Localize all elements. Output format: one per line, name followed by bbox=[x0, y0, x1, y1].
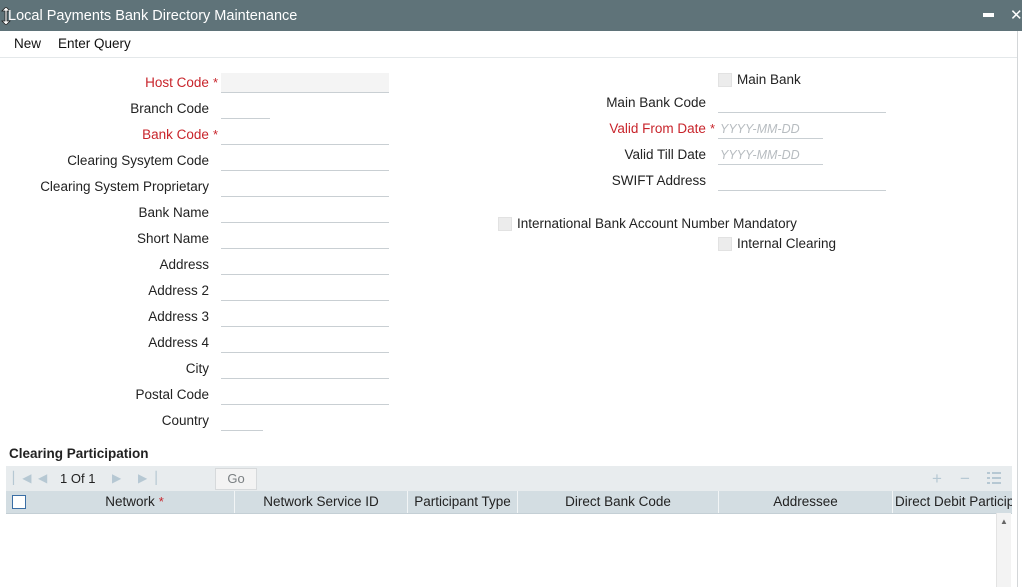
address3-label: Address 3 bbox=[148, 309, 209, 324]
new-menu-item[interactable]: New bbox=[14, 31, 41, 57]
internal-clearing-checkbox[interactable] bbox=[718, 237, 732, 251]
last-page-icon[interactable]: ▶▕ bbox=[138, 466, 156, 491]
city-input[interactable] bbox=[221, 359, 389, 379]
host-code-input[interactable] bbox=[221, 73, 389, 93]
valid-from-date-input[interactable] bbox=[718, 119, 823, 139]
address4-input[interactable] bbox=[221, 333, 389, 353]
grid-toolbar bbox=[6, 466, 1012, 491]
bank-name-input[interactable] bbox=[221, 203, 389, 223]
branch-code-label: Branch Code bbox=[130, 101, 209, 116]
required-marker: * bbox=[212, 75, 218, 90]
column-direct-debit-participant[interactable]: Direct Debit Participant bbox=[893, 491, 1012, 513]
column-participant-type[interactable]: Participant Type bbox=[408, 491, 518, 513]
country-label: Country bbox=[161, 413, 209, 428]
country-input[interactable] bbox=[221, 411, 263, 431]
main-bank-checkbox[interactable] bbox=[718, 73, 732, 87]
single-view-icon[interactable] bbox=[987, 471, 1001, 485]
swift-address-input[interactable] bbox=[718, 171, 886, 191]
bank-code-label: Bank Code * bbox=[142, 127, 218, 142]
branch-code-input[interactable] bbox=[221, 99, 270, 119]
address3-input[interactable] bbox=[221, 307, 389, 327]
postal-code-input[interactable] bbox=[221, 385, 389, 405]
required-marker: * bbox=[709, 121, 715, 136]
clearing-system-code-label: Clearing Sysytem Code bbox=[67, 153, 209, 168]
delete-row-icon[interactable]: − bbox=[960, 466, 970, 491]
next-page-icon[interactable]: ▶ bbox=[112, 466, 121, 491]
total-pages: 1 bbox=[88, 471, 96, 486]
window-title: Local Payments Bank Directory Maintenanc… bbox=[8, 8, 298, 24]
clearing-system-code-input[interactable] bbox=[221, 151, 389, 171]
required-marker: * bbox=[158, 494, 164, 509]
enter-query-menu-item[interactable]: Enter Query bbox=[58, 31, 131, 57]
go-button[interactable]: Go bbox=[215, 468, 257, 490]
swift-address-label: SWIFT Address bbox=[611, 173, 706, 188]
main-bank-label: Main Bank bbox=[737, 72, 801, 87]
prev-page-icon[interactable]: ◀ bbox=[38, 466, 47, 491]
address2-input[interactable] bbox=[221, 281, 389, 301]
close-button[interactable]: ✕ bbox=[1010, 0, 1022, 31]
bank-name-label: Bank Name bbox=[138, 205, 209, 220]
valid-till-date-label: Valid Till Date bbox=[624, 147, 706, 162]
of-label: Of bbox=[70, 471, 85, 486]
address-label: Address bbox=[159, 257, 209, 272]
scroll-up-icon[interactable]: ▲ bbox=[1000, 517, 1008, 526]
valid-till-date-input[interactable] bbox=[718, 145, 823, 165]
short-name-input[interactable] bbox=[221, 229, 389, 249]
required-marker: * bbox=[212, 127, 218, 142]
host-code-label: Host Code * bbox=[145, 75, 218, 90]
page-indicator: 1 Of 1 bbox=[60, 466, 95, 491]
current-page: 1 bbox=[60, 471, 68, 486]
address-input[interactable] bbox=[221, 255, 389, 275]
minimize-button[interactable] bbox=[983, 13, 994, 17]
short-name-label: Short Name bbox=[136, 231, 209, 246]
column-network[interactable]: Network * bbox=[35, 491, 235, 513]
first-page-icon[interactable]: ▏◀ bbox=[13, 466, 31, 491]
clearing-participation-grid-header: Network * Network Service ID Participant … bbox=[6, 491, 1012, 514]
iban-mandatory-label: International Bank Account Number Mandat… bbox=[517, 216, 797, 231]
iban-mandatory-checkbox[interactable] bbox=[498, 217, 512, 231]
clearing-system-proprietary-input[interactable] bbox=[221, 177, 389, 197]
clearing-system-proprietary-label: Clearing System Proprietary bbox=[40, 179, 209, 194]
main-bank-code-label: Main Bank Code bbox=[606, 95, 706, 110]
column-direct-bank-code[interactable]: Direct Bank Code bbox=[518, 491, 719, 513]
menu-bar bbox=[0, 31, 1022, 58]
postal-code-label: Postal Code bbox=[135, 387, 209, 402]
main-bank-code-input[interactable] bbox=[718, 93, 886, 113]
address4-label: Address 4 bbox=[148, 335, 209, 350]
column-network-service-id[interactable]: Network Service ID bbox=[235, 491, 408, 513]
address2-label: Address 2 bbox=[148, 283, 209, 298]
window-right-edge bbox=[1017, 31, 1022, 587]
internal-clearing-label: Internal Clearing bbox=[737, 236, 837, 251]
select-all-checkbox[interactable] bbox=[12, 495, 26, 509]
city-label: City bbox=[185, 361, 209, 376]
valid-from-date-label: Valid From Date * bbox=[609, 121, 715, 136]
grid-vertical-scrollbar[interactable]: ▲ bbox=[996, 513, 1011, 587]
clearing-participation-title: Clearing Participation bbox=[9, 446, 149, 461]
column-addressee[interactable]: Addressee bbox=[719, 491, 893, 513]
bank-code-input[interactable] bbox=[221, 125, 389, 145]
add-row-icon[interactable]: + bbox=[932, 466, 942, 491]
